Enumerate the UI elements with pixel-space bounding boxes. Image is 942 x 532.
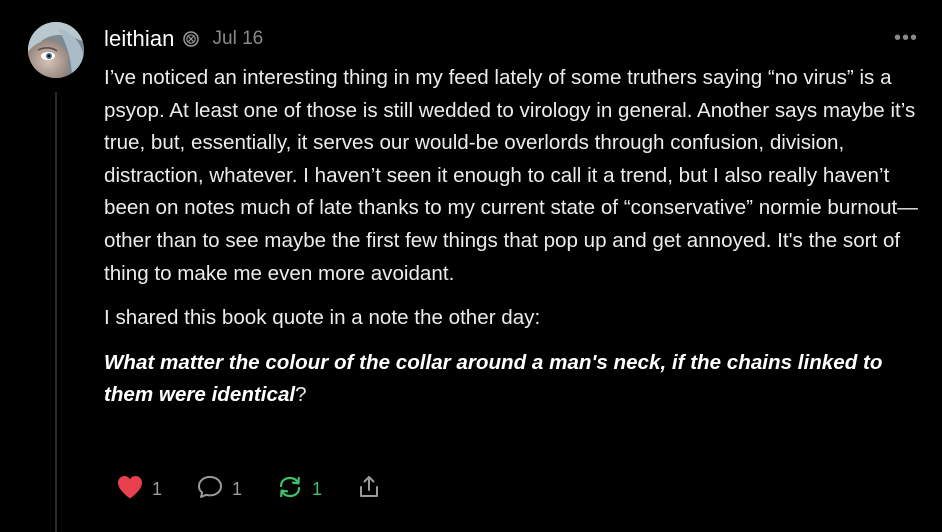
like-button[interactable]: 1 [116,474,162,505]
subscriber-badge-icon [182,31,199,47]
restack-count: 1 [312,478,323,499]
heart-icon [116,474,144,505]
note-paragraph: I’ve noticed an interesting thing in my … [104,66,918,285]
book-quote: What matter the colour of the collar aro… [104,347,930,412]
avatar[interactable] [28,22,84,78]
comment-count: 1 [232,478,243,499]
restack-arrows-icon [276,474,304,505]
comment-bubble-icon [196,474,224,505]
comment-button[interactable]: 1 [196,474,242,505]
thread-line [55,92,57,532]
note-date[interactable]: Jul 16 [213,28,264,50]
share-icon [356,474,382,505]
note-header: leithian Jul 16 [104,24,263,54]
restack-button[interactable]: 1 [276,474,322,505]
like-count: 1 [152,478,163,499]
note-body: I’ve noticed an interesting thing in my … [104,62,930,412]
note-paragraph: I shared this book quote in a note the o… [104,306,541,330]
quote-end: ? [295,383,307,407]
author-name[interactable]: leithian [104,26,175,52]
quote-text: What matter the colour of the collar aro… [104,350,883,407]
action-bar: 1 1 1 [116,474,382,504]
more-options-icon[interactable]: ••• [894,28,918,48]
note-card: leithian Jul 16 ••• I’ve noticed an inte… [0,0,942,532]
share-button[interactable] [356,474,382,505]
